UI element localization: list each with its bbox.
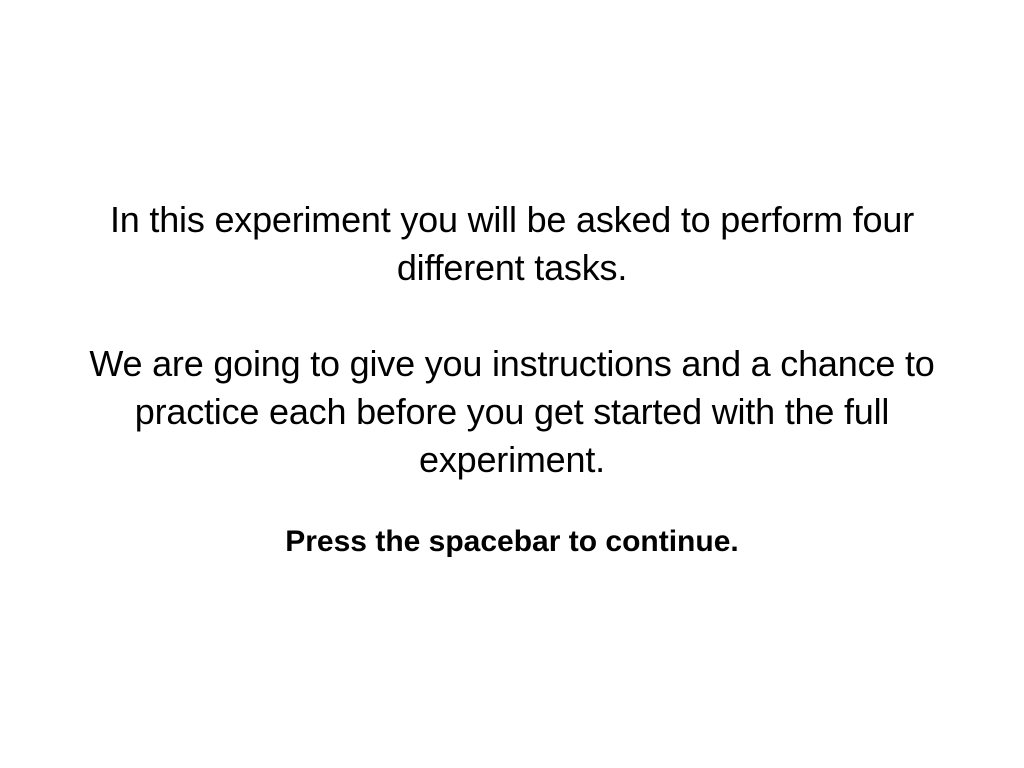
- instruction-screen: In this experiment you will be asked to …: [0, 0, 1024, 768]
- continue-prompt: Press the spacebar to continue.: [285, 525, 739, 558]
- details-text: We are going to give you instructions an…: [89, 343, 935, 480]
- intro-text: In this experiment you will be asked to …: [110, 199, 914, 288]
- instructions-block: In this experiment you will be asked to …: [0, 196, 1024, 562]
